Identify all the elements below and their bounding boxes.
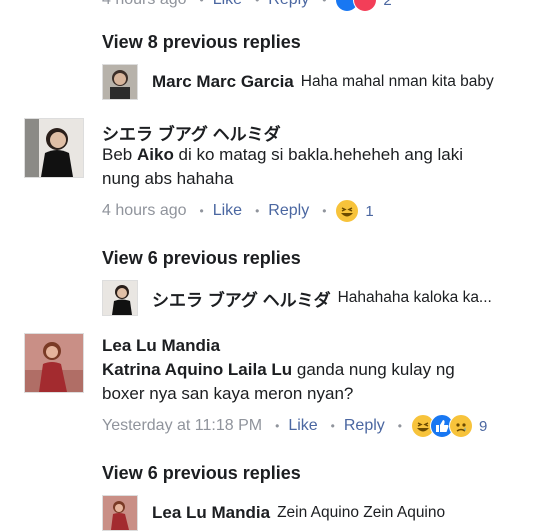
comment-text: Katrina Aquino Laila Lu ganda nung kulay… — [102, 360, 455, 403]
reply-link[interactable]: Reply — [344, 417, 385, 435]
mention-link[interactable]: Aiko — [137, 145, 174, 164]
avatar[interactable] — [102, 280, 138, 316]
avatar[interactable] — [24, 118, 84, 178]
view-previous-replies-link[interactable]: View 6 previous replies — [102, 248, 301, 269]
reaction-summary[interactable]: 9 — [410, 414, 488, 438]
reply-text: Zein Aquino Zein Aquino — [277, 504, 446, 521]
mention-link[interactable]: Katrina Aquino Laila Lu — [102, 360, 292, 379]
like-link[interactable]: Like — [213, 202, 242, 220]
avatar-image — [103, 496, 137, 530]
reply-author[interactable]: Marc Marc Garcia — [152, 72, 294, 92]
reply-preview[interactable]: Marc Marc Garcia Haha mahal nman kita ba… — [102, 64, 494, 100]
sad-reaction-icon — [448, 414, 473, 438]
comment-author[interactable]: シエラ ブアグ ヘルミダ — [102, 120, 281, 145]
love-reaction-icon — [353, 0, 378, 12]
avatar-image — [25, 119, 83, 177]
comment-time: 4 hours ago — [102, 202, 187, 219]
avatar-image — [25, 334, 83, 392]
avatar-image — [103, 281, 137, 315]
avatar[interactable] — [102, 64, 138, 100]
reaction-count: 9 — [478, 417, 488, 435]
reply-text: Haha mahal nman kita baby — [300, 73, 494, 90]
reaction-summary[interactable]: 2 — [335, 0, 392, 12]
reply-preview[interactable]: シエラ ブアグ ヘルミダ Hahahaha kaloka ka... — [102, 280, 492, 316]
reaction-count: 1 — [365, 202, 374, 220]
reply-text: Hahahaha kaloka ka... — [337, 289, 492, 306]
comment-meta: 4 hours ago • Like • Reply • 1 — [102, 199, 374, 223]
avatar[interactable] — [102, 495, 138, 531]
reply-author[interactable]: シエラ ブアグ ヘルミダ — [152, 286, 331, 311]
reply-link[interactable]: Reply — [268, 202, 309, 220]
partial-comment-meta: 4 hours ago • Like • Reply • 2 — [102, 0, 392, 12]
reply-preview[interactable]: Lea Lu Mandia Zein Aquino Zein Aquino — [102, 495, 445, 531]
comment-time: 4 hours ago — [102, 0, 187, 9]
comment-meta: Yesterday at 11:18 PM • Like • Reply • 9 — [102, 414, 487, 438]
comment-text: Beb Aiko di ko matag si bakla.heheheh an… — [102, 145, 464, 188]
reply-link[interactable]: Reply — [268, 0, 309, 9]
like-link[interactable]: Like — [213, 0, 242, 9]
comment-author[interactable]: Lea Lu Mandia — [102, 336, 220, 356]
like-link[interactable]: Like — [288, 417, 317, 435]
avatar-image — [103, 65, 137, 99]
haha-reaction-icon — [335, 199, 360, 223]
comment-time: Yesterday at 11:18 PM — [102, 417, 263, 434]
reply-author[interactable]: Lea Lu Mandia — [152, 503, 270, 523]
avatar[interactable] — [24, 333, 84, 393]
reaction-count: 2 — [383, 0, 392, 9]
view-previous-replies-link[interactable]: View 8 previous replies — [102, 32, 301, 53]
view-previous-replies-link[interactable]: View 6 previous replies — [102, 463, 301, 484]
reaction-summary[interactable]: 1 — [335, 199, 374, 223]
